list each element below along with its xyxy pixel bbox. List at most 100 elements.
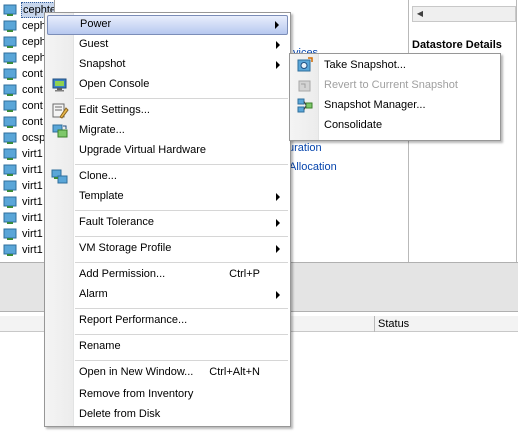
tree-item-label: cont	[22, 68, 43, 80]
scroll-left-icon[interactable]: ◀	[415, 9, 425, 19]
vm-icon	[3, 196, 17, 208]
take-snapshot-icon	[297, 57, 313, 72]
menu-item-label: Rename	[79, 340, 121, 352]
menu-item-label: Open Console	[79, 78, 150, 90]
menu-item-delete-disk[interactable]: Delete from Disk	[47, 405, 288, 425]
menu-item-open-new-window[interactable]: Open in New Window... Ctrl+Alt+N	[47, 363, 288, 383]
tree-item-label: ocsp	[22, 132, 46, 144]
menu-item-edit-settings[interactable]: Edit Settings...	[47, 101, 288, 121]
menu-item-template[interactable]: Template	[47, 187, 288, 207]
tree-item-label: virt1	[22, 196, 43, 208]
menu-item-revert-snapshot[interactable]: Revert to Current Snapshot	[292, 76, 498, 96]
menu-item-label: Report Performance...	[79, 314, 188, 326]
menu-separator	[75, 210, 288, 212]
migrate-icon	[52, 124, 68, 138]
edit-settings-icon	[52, 103, 69, 119]
vm-icon	[3, 84, 17, 96]
configuration-link[interactable]: uration	[288, 142, 322, 154]
menu-item-alarm[interactable]: Alarm	[47, 285, 288, 305]
menu-item-label: Clone...	[79, 170, 117, 182]
menu-item-label: Fault Tolerance	[79, 216, 155, 228]
tree-item-label: virt1	[22, 148, 43, 160]
vm-icon	[3, 132, 17, 144]
status-column-header[interactable]: Status	[378, 318, 409, 330]
menu-item-label: Consolidate	[324, 119, 383, 131]
tree-item-label: ceph	[22, 20, 46, 32]
menu-separator	[75, 308, 288, 310]
menu-item-rename[interactable]: Rename	[47, 337, 288, 357]
menu-item-consolidate[interactable]: Consolidate	[292, 116, 498, 136]
submenu-arrow-icon	[276, 41, 280, 49]
vm-icon	[3, 116, 17, 128]
submenu-arrow-icon	[276, 245, 280, 253]
pane-divider	[516, 0, 517, 262]
menu-item-upgrade-hardware[interactable]: Upgrade Virtual Hardware	[47, 141, 288, 161]
menu-item-clone[interactable]: Clone...	[47, 167, 288, 187]
menu-item-label: Open in New Window...	[79, 366, 194, 378]
menu-item-snapshot-manager[interactable]: Snapshot Manager...	[292, 96, 498, 116]
submenu-arrow-icon	[276, 61, 280, 69]
tree-item-label: virt1	[22, 180, 43, 192]
vm-icon	[3, 148, 17, 160]
menu-separator	[75, 98, 288, 100]
datastore-details-title: Datastore Details	[412, 39, 502, 51]
vm-icon	[3, 20, 17, 32]
menu-item-power[interactable]: Power	[47, 15, 288, 35]
menu-item-label: Guest	[79, 38, 109, 50]
menu-item-open-console[interactable]: Open Console	[47, 75, 288, 95]
vm-icon	[3, 100, 17, 112]
menu-item-remove-inventory[interactable]: Remove from Inventory	[47, 385, 288, 405]
menu-separator	[75, 236, 288, 238]
tree-item-label: virt1	[22, 212, 43, 224]
menu-separator	[75, 262, 288, 264]
revert-snapshot-icon	[298, 80, 311, 92]
menu-item-label: Revert to Current Snapshot	[324, 79, 458, 91]
menu-item-label: Alarm	[79, 288, 108, 300]
menu-item-guest[interactable]: Guest	[47, 35, 288, 55]
shortcut-label: Ctrl+Alt+N	[209, 366, 260, 378]
tree-item-label: virt1	[22, 164, 43, 176]
vm-icon	[3, 212, 17, 224]
menu-item-label: Snapshot Manager...	[324, 99, 426, 111]
shortcut-label: Ctrl+P	[229, 268, 260, 280]
menu-item-vm-storage-profile[interactable]: VM Storage Profile	[47, 239, 288, 259]
vm-icon	[3, 164, 17, 176]
tree-item-label: ceph	[22, 52, 46, 64]
menu-item-label: Remove from Inventory	[79, 388, 194, 400]
tree-item-label: virt1	[22, 228, 43, 240]
submenu-arrow-icon	[276, 219, 280, 227]
vm-icon	[3, 68, 17, 80]
menu-item-label: Upgrade Virtual Hardware	[79, 144, 206, 156]
menu-item-label: Edit Settings...	[79, 104, 150, 116]
vm-context-menu: Power Guest Snapshot Open Console Edit S…	[44, 12, 291, 427]
menu-item-label: Template	[79, 190, 124, 202]
menu-item-report-performance[interactable]: Report Performance...	[47, 311, 288, 331]
vm-icon	[3, 180, 17, 192]
vm-icon	[3, 228, 17, 240]
menu-item-label: Delete from Disk	[79, 408, 161, 420]
column-divider[interactable]	[374, 316, 375, 332]
menu-separator	[75, 360, 288, 362]
tree-item-label: cont	[22, 100, 43, 112]
tree-item-label: cont	[22, 116, 43, 128]
menu-item-migrate[interactable]: Migrate...	[47, 121, 288, 141]
vm-icon	[3, 4, 17, 16]
submenu-arrow-icon	[275, 21, 279, 29]
menu-item-snapshot[interactable]: Snapshot	[47, 55, 288, 75]
snapshot-submenu: Take Snapshot... Revert to Current Snaps…	[289, 53, 501, 141]
submenu-arrow-icon	[276, 193, 280, 201]
allocation-link[interactable]: Allocation	[289, 161, 337, 173]
horizontal-scrollbar[interactable]: ◀	[412, 6, 516, 22]
menu-item-take-snapshot[interactable]: Take Snapshot...	[292, 56, 498, 76]
menu-item-fault-tolerance[interactable]: Fault Tolerance	[47, 213, 288, 233]
tree-item-label: virt1	[22, 244, 43, 256]
menu-separator	[75, 334, 288, 336]
submenu-arrow-icon	[276, 291, 280, 299]
menu-item-label: Migrate...	[79, 124, 125, 136]
menu-item-add-permission[interactable]: Add Permission... Ctrl+P	[47, 265, 288, 285]
console-icon	[52, 78, 67, 92]
menu-item-label: Power	[80, 18, 112, 30]
menu-item-label: Add Permission...	[79, 268, 166, 280]
tree-item-label: ceph	[22, 36, 46, 48]
vm-icon	[3, 52, 17, 64]
